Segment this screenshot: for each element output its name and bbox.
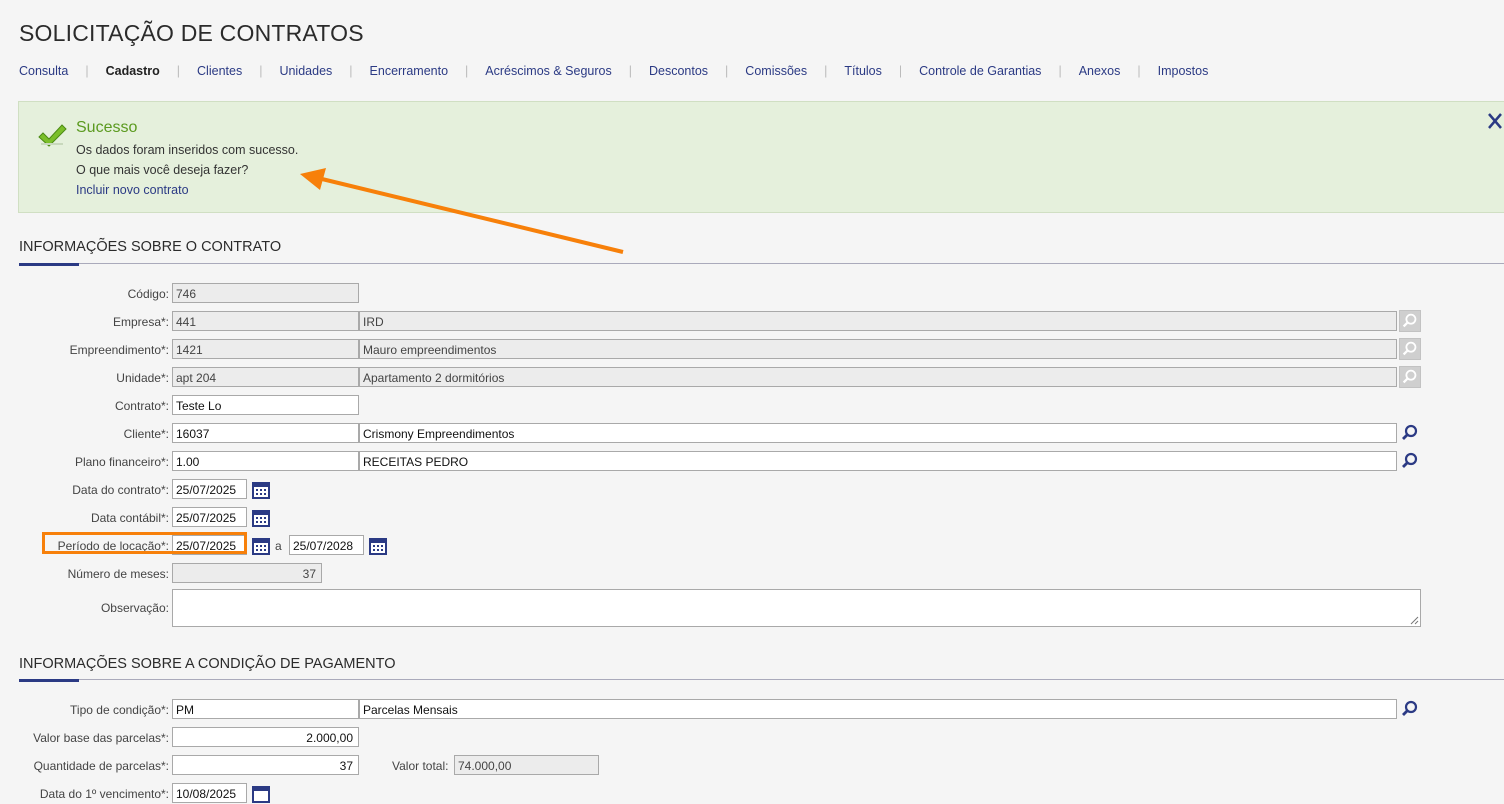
alert-title: Sucesso bbox=[76, 119, 138, 136]
data-contabil-input[interactable]: 25/07/2025 bbox=[172, 507, 247, 527]
contrato-label: Contrato*: bbox=[114, 399, 169, 413]
calendar-icon[interactable] bbox=[251, 508, 271, 528]
close-icon[interactable] bbox=[1486, 111, 1504, 131]
observacao-label: Observação: bbox=[100, 601, 169, 615]
section-accent bbox=[19, 679, 79, 682]
tab-separator: | bbox=[259, 64, 263, 78]
payment-section-title: INFORMAÇÕES SOBRE A CONDIÇÃO DE PAGAMENT… bbox=[19, 656, 396, 672]
tab-clientes[interactable]: Clientes bbox=[197, 64, 242, 78]
tab-separator: | bbox=[1058, 64, 1062, 78]
new-contract-link[interactable]: Incluir novo contrato bbox=[76, 183, 189, 197]
codigo-label: Código: bbox=[127, 287, 169, 301]
calendar-icon[interactable] bbox=[251, 480, 271, 500]
tipo-label: Tipo de condição*: bbox=[70, 703, 169, 717]
unidade-code-field: apt 204 bbox=[172, 367, 359, 387]
section-divider bbox=[19, 679, 1504, 680]
check-icon bbox=[38, 124, 67, 147]
search-icon[interactable] bbox=[1399, 422, 1421, 444]
contrato-input[interactable]: Teste Lo bbox=[172, 395, 359, 415]
resize-handle-icon[interactable] bbox=[1409, 615, 1419, 625]
periodo-label: Período de locação*: bbox=[57, 539, 169, 553]
tab-cadastro[interactable]: Cadastro bbox=[106, 64, 160, 78]
empreendimento-label: Empreendimento*: bbox=[69, 343, 169, 357]
calendar-icon[interactable] bbox=[251, 536, 271, 556]
tab-encerramento[interactable]: Encerramento bbox=[370, 64, 449, 78]
search-icon bbox=[1399, 310, 1421, 332]
cliente-name-field[interactable]: Crismony Empreendimentos bbox=[359, 423, 1397, 443]
tipo-name-field[interactable]: Parcelas Mensais bbox=[359, 699, 1397, 719]
unidade-name-field: Apartamento 2 dormitórios bbox=[359, 367, 1397, 387]
tab-consulta[interactable]: Consulta bbox=[19, 64, 68, 78]
tab-impostos[interactable]: Impostos bbox=[1158, 64, 1209, 78]
primeiro-vencimento-input[interactable]: 10/08/2025 bbox=[172, 783, 247, 803]
valor-base-input[interactable]: 2.000,00 bbox=[172, 727, 359, 747]
plano-name-field[interactable]: RECEITAS PEDRO bbox=[359, 451, 1397, 471]
tab-anexos[interactable]: Anexos bbox=[1079, 64, 1121, 78]
data-contrato-label: Data do contrato*: bbox=[72, 483, 169, 497]
section-divider bbox=[19, 263, 1504, 264]
search-icon[interactable] bbox=[1399, 698, 1421, 720]
plano-code-input[interactable]: 1.00 bbox=[172, 451, 359, 471]
valor-total-field: 74.000,00 bbox=[454, 755, 599, 775]
empresa-label: Empresa*: bbox=[112, 315, 169, 329]
tab-separator: | bbox=[628, 64, 632, 78]
data-contrato-input[interactable]: 25/07/2025 bbox=[172, 479, 247, 499]
cliente-code-input[interactable]: 16037 bbox=[172, 423, 359, 443]
search-icon[interactable] bbox=[1399, 450, 1421, 472]
page-title: SOLICITAÇÃO DE CONTRATOS bbox=[19, 20, 364, 46]
valor-total-label: Valor total: bbox=[392, 759, 449, 773]
codigo-field: 746 bbox=[172, 283, 359, 303]
success-alert: Sucesso Os dados foram inseridos com suc… bbox=[18, 101, 1504, 213]
alert-message: Os dados foram inseridos com sucesso. bbox=[76, 143, 299, 157]
tab-comissoes[interactable]: Comissões bbox=[745, 64, 807, 78]
calendar-icon[interactable] bbox=[368, 536, 388, 556]
search-icon bbox=[1399, 338, 1421, 360]
periodo-end-input[interactable]: 25/07/2028 bbox=[289, 535, 364, 555]
empreendimento-name-field: Mauro empreendimentos bbox=[359, 339, 1397, 359]
cliente-label: Cliente*: bbox=[123, 427, 169, 441]
empresa-name-field: IRD bbox=[359, 311, 1397, 331]
tab-separator: | bbox=[465, 64, 469, 78]
tab-separator: | bbox=[898, 64, 903, 78]
tipo-code-input[interactable]: PM bbox=[172, 699, 359, 719]
tab-acrescimos[interactable]: Acréscimos & Seguros bbox=[485, 64, 611, 78]
tab-unidades[interactable]: Unidades bbox=[279, 64, 332, 78]
tab-separator: | bbox=[1137, 64, 1141, 78]
tab-nav: Consulta | Cadastro | Clientes | Unidades | … bbox=[19, 64, 1208, 78]
primeiro-vencimento-label: Data do 1º vencimento*: bbox=[39, 787, 169, 801]
search-icon bbox=[1399, 366, 1421, 388]
contract-section-title: INFORMAÇÕES SOBRE O CONTRATO bbox=[19, 239, 282, 255]
empresa-code-field: 441 bbox=[172, 311, 359, 331]
periodo-separator: a bbox=[275, 539, 282, 553]
tab-titulos[interactable]: Títulos bbox=[844, 64, 882, 78]
meses-label: Número de meses: bbox=[67, 567, 169, 581]
tab-separator: | bbox=[85, 64, 89, 78]
calendar-icon[interactable] bbox=[251, 784, 271, 804]
meses-field: 37 bbox=[172, 563, 322, 583]
tab-descontos[interactable]: Descontos bbox=[649, 64, 708, 78]
quantidade-label: Quantidade de parcelas*: bbox=[33, 759, 169, 773]
tab-controle-garantias[interactable]: Controle de Garantias bbox=[919, 64, 1041, 78]
tab-separator: | bbox=[176, 64, 181, 78]
data-contabil-label: Data contábil*: bbox=[90, 511, 169, 525]
section-accent bbox=[19, 263, 79, 266]
tab-separator: | bbox=[349, 64, 353, 78]
unidade-label: Unidade*: bbox=[116, 371, 169, 385]
plano-label: Plano financeiro*: bbox=[74, 455, 169, 469]
alert-question: O que mais você deseja fazer? bbox=[76, 163, 249, 177]
quantidade-input[interactable]: 37 bbox=[172, 755, 359, 775]
empreendimento-code-field: 1421 bbox=[172, 339, 359, 359]
tab-separator: | bbox=[824, 64, 828, 78]
tab-separator: | bbox=[725, 64, 729, 78]
periodo-start-input[interactable]: 25/07/2025 bbox=[172, 535, 247, 555]
observacao-textarea[interactable] bbox=[172, 589, 1421, 627]
valor-base-label: Valor base das parcelas*: bbox=[33, 731, 169, 745]
